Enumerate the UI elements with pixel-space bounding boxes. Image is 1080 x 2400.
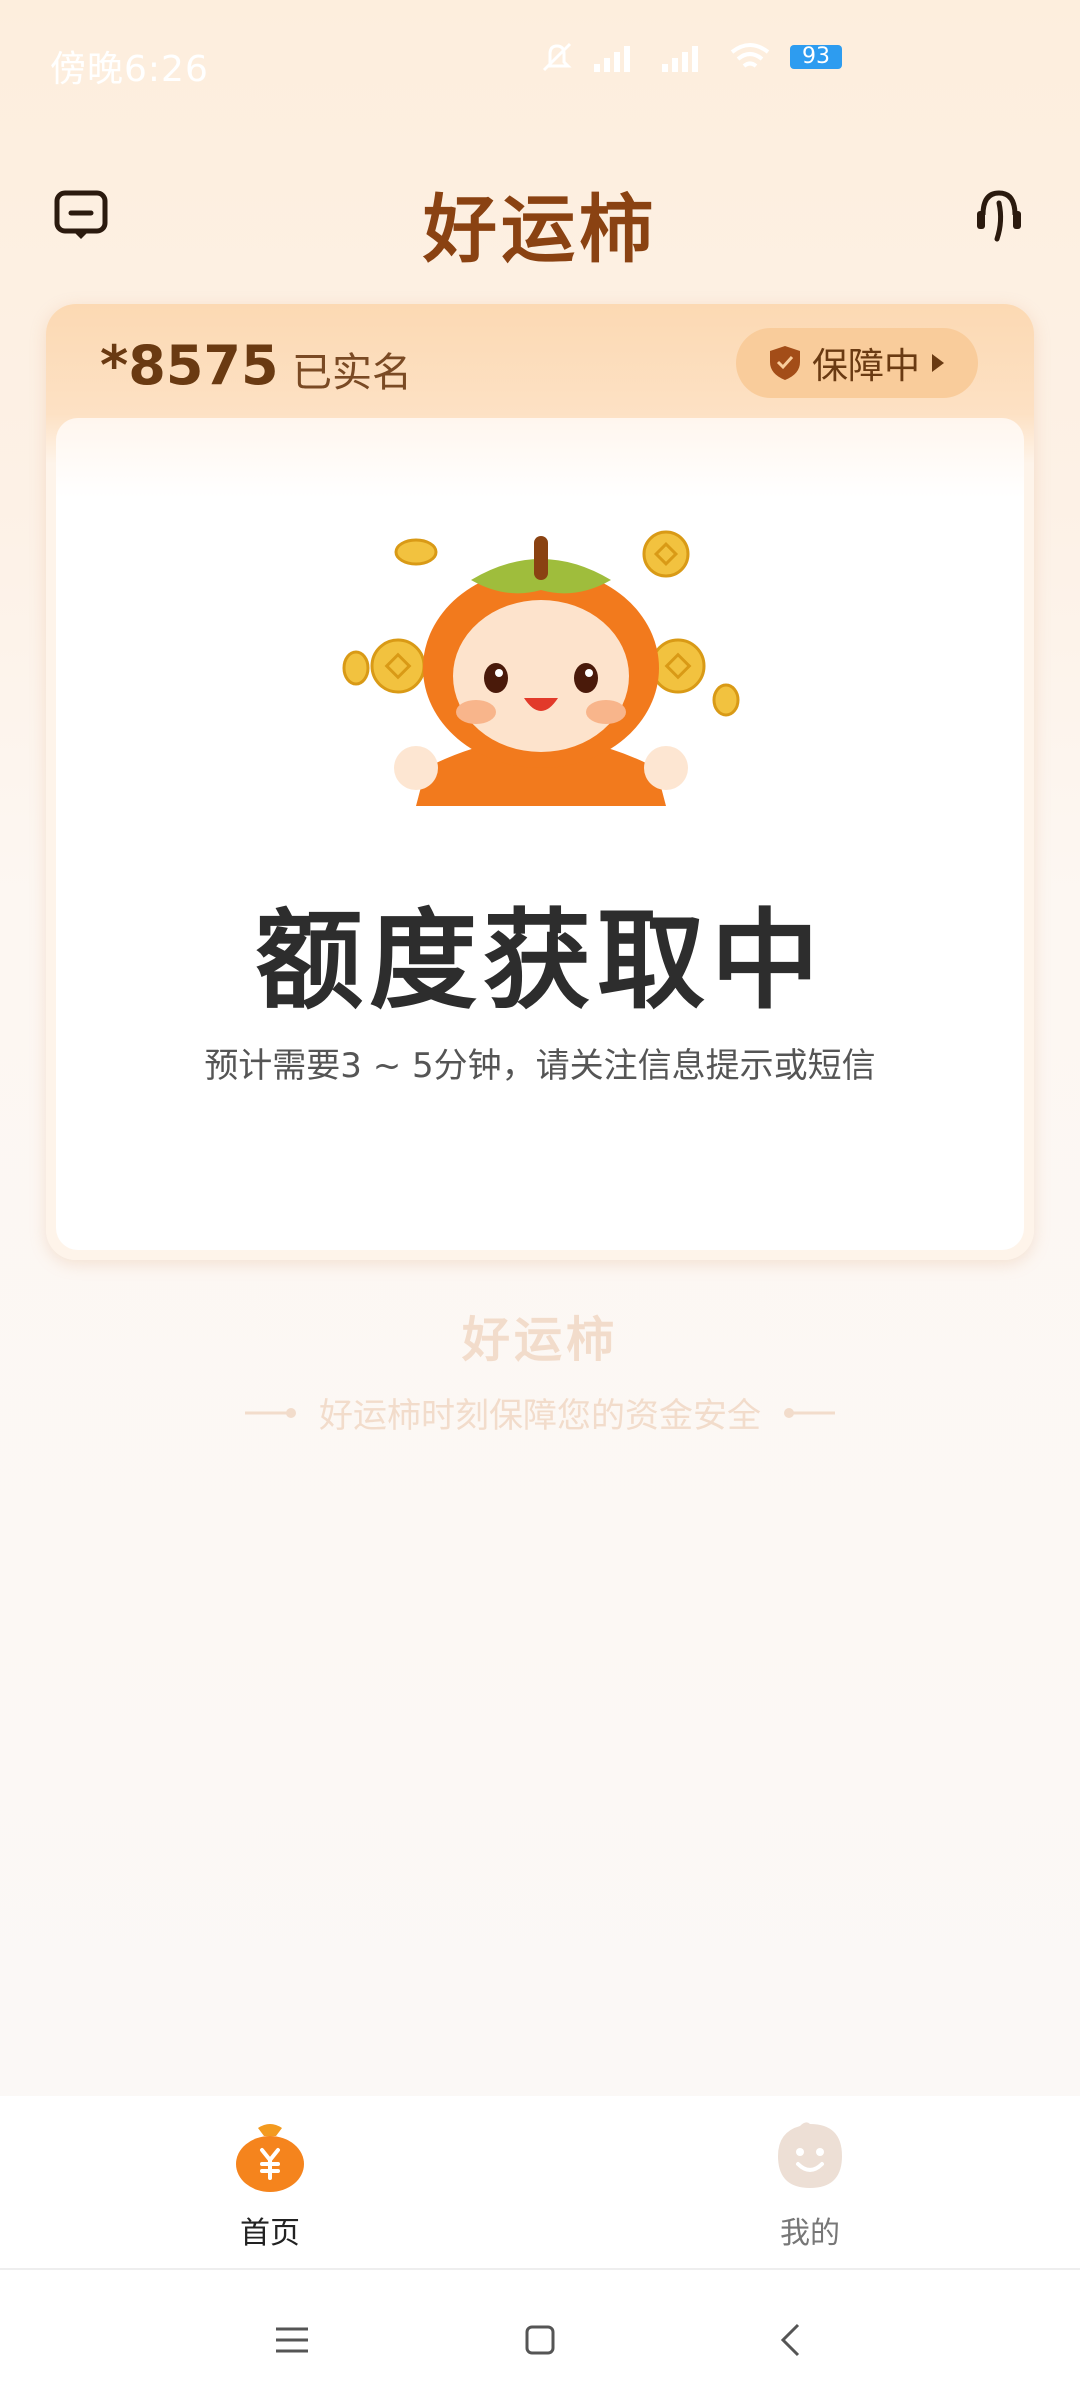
brand-footer: 好运柿 好运柿时刻保障您的资金安全 (0, 1300, 1080, 1437)
tab-mine-label: 我的 (780, 2216, 840, 2251)
tab-home-label: 首页 (240, 2216, 300, 2251)
smiley-icon (778, 2122, 842, 2188)
left-arrow-decoration-icon (245, 1407, 296, 1418)
protection-button[interactable]: 保障中 (736, 328, 978, 398)
tab-mine[interactable]: 我的 (710, 2118, 910, 2252)
status-description: 预计需要3 ~ 5分钟，请关注信息提示或短信 (204, 1046, 876, 1086)
app-title: 好运柿 (423, 187, 657, 273)
signal-icon (594, 46, 630, 72)
nav-menu-button[interactable] (262, 2310, 322, 2370)
signal-icon (662, 46, 698, 72)
wifi-icon (730, 43, 770, 68)
brand-slogan-row: 好运柿时刻保障您的资金安全 (0, 1388, 1080, 1437)
bottom-tab-bar: 首页 我的 (0, 2096, 1080, 2270)
account-card-header: *8575 已实名 保障中 (46, 304, 1034, 414)
shield-icon (769, 346, 800, 380)
system-nav-bar (0, 2270, 1080, 2400)
brand-slogan: 好运柿时刻保障您的资金安全 (319, 1396, 761, 1436)
nav-back-button[interactable] (760, 2310, 820, 2370)
status-time: 傍晚6:26 (50, 49, 209, 90)
credit-status-panel: 额度获取中 预计需要3 ~ 5分钟，请关注信息提示或短信 (56, 418, 1024, 1250)
mute-icon (542, 42, 572, 72)
money-bag-icon (236, 2124, 304, 2192)
verified-label: 已实名 (292, 350, 412, 396)
status-icons: 93 (540, 40, 842, 74)
account-number: *8575 (100, 334, 279, 397)
battery-icon: 93 (790, 45, 842, 69)
menu-icon (276, 2327, 308, 2353)
protection-label: 保障中 (811, 346, 920, 387)
square-icon (525, 2325, 555, 2355)
account-card: *8575 已实名 保障中 额度获取中 预计需要3 ~ 5分钟，请关注信息提示或… (46, 304, 1034, 1260)
status-bar: 傍晚6:26 93 (0, 0, 1080, 130)
customer-service-icon (977, 190, 1021, 242)
caret-right-icon (932, 354, 944, 372)
nav-home-button[interactable] (510, 2310, 570, 2370)
status-title: 额度获取中 (254, 899, 825, 1024)
right-arrow-decoration-icon (784, 1407, 835, 1418)
brand-name: 好运柿 (461, 1312, 618, 1368)
back-chevron-icon (780, 2323, 800, 2357)
persimmon-mascot-illustration (342, 530, 740, 806)
tab-home[interactable]: 首页 (170, 2118, 370, 2252)
customer-service-button[interactable] (964, 180, 1034, 250)
app-header: 好运柿 (0, 160, 1080, 273)
